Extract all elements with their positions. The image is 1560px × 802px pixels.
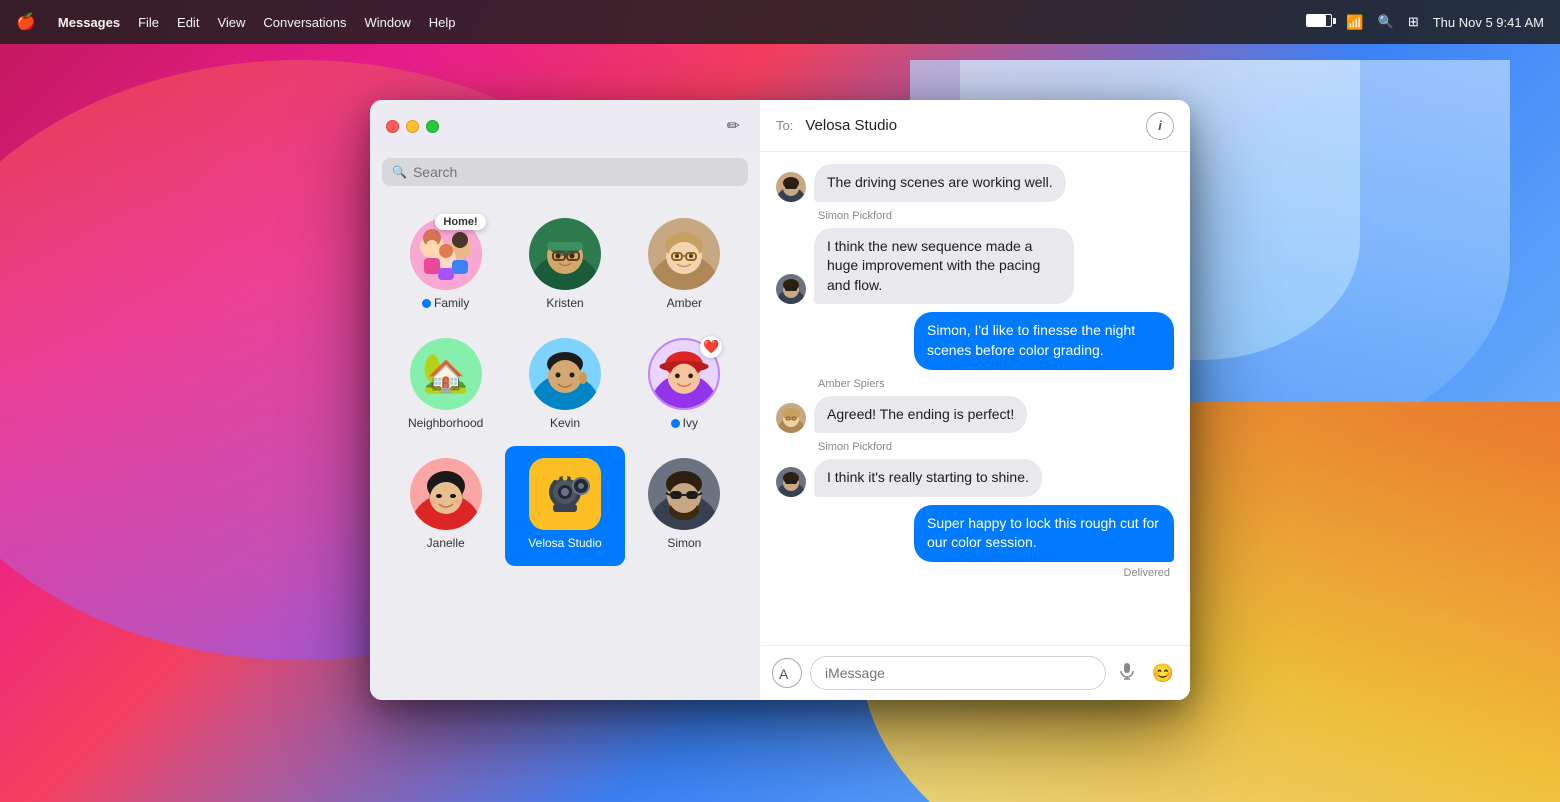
to-label: To:: [776, 118, 793, 133]
contact-name-amber: Amber: [667, 296, 702, 310]
app-name-menu[interactable]: Messages: [58, 15, 120, 30]
contact-name-velosa: Velosa Studio: [528, 536, 601, 550]
help-menu[interactable]: Help: [429, 15, 456, 30]
emoji-button[interactable]: 😊: [1148, 659, 1178, 688]
search-icon: 🔍: [392, 165, 407, 179]
minimize-button[interactable]: [406, 120, 419, 133]
message-group-5: Simon Pickford I think it's really start…: [776, 441, 1174, 497]
message-row-6: Super happy to lock this rough cut for o…: [776, 505, 1174, 562]
compose-button[interactable]: ✏: [723, 112, 744, 140]
message-group-1: The driving scenes are working well.: [776, 164, 1174, 202]
contact-kevin[interactable]: Kevin: [505, 326, 624, 446]
bubble-6: Super happy to lock this rough cut for o…: [914, 505, 1174, 562]
messages-window: ✏ 🔍: [370, 100, 1190, 700]
messages-area[interactable]: The driving scenes are working well. Sim…: [760, 152, 1190, 645]
contact-ivy[interactable]: ❤️ Ivy: [625, 326, 744, 446]
contact-janelle[interactable]: Janelle: [386, 446, 505, 566]
bubble-5: I think it's really starting to shine.: [814, 459, 1042, 497]
contact-velosa[interactable]: Velosa Studio: [505, 446, 624, 566]
wifi-icon: 📶: [1346, 14, 1363, 31]
message-avatar-simon: [776, 274, 806, 304]
window-menu[interactable]: Window: [365, 15, 411, 30]
chat-recipient-name: Velosa Studio: [805, 117, 1134, 134]
contact-simon[interactable]: Simon: [625, 446, 744, 566]
contacts-grid: Home! Family: [370, 198, 760, 574]
message-row-5: I think it's really starting to shine.: [776, 459, 1174, 497]
message-input[interactable]: [810, 656, 1106, 690]
apple-menu[interactable]: 🍎: [16, 12, 36, 32]
contact-kristen[interactable]: Kristen: [505, 206, 624, 326]
contact-neighborhood[interactable]: 🏡 Neighborhood: [386, 326, 505, 446]
message-avatar-amber: [776, 403, 806, 433]
input-area: A 😊: [760, 645, 1190, 700]
contact-name-kevin: Kevin: [550, 416, 580, 430]
edit-menu[interactable]: Edit: [177, 15, 199, 30]
bubble-3: Simon, I'd like to finesse the night sce…: [914, 312, 1174, 369]
chat-panel: To: Velosa Studio i The driving scenes a…: [760, 100, 1190, 700]
search-bar: 🔍: [382, 158, 748, 186]
svg-text:A: A: [779, 666, 789, 681]
battery-icon: [1306, 14, 1332, 30]
message-group-2: Simon Pickford I think the new sequence …: [776, 210, 1174, 305]
message-row-3: Simon, I'd like to finesse the night sce…: [776, 312, 1174, 369]
contact-name-family: Family: [434, 296, 469, 310]
search-input[interactable]: [413, 164, 738, 180]
message-row-2: I think the new sequence made a huge imp…: [776, 228, 1174, 305]
menubar: 🍎 Messages File Edit View Conversations …: [0, 0, 1560, 44]
message-avatar-simon-2: [776, 467, 806, 497]
file-menu[interactable]: File: [138, 15, 159, 30]
bubble-2: I think the new sequence made a huge imp…: [814, 228, 1074, 305]
bubble-4: Agreed! The ending is perfect!: [814, 396, 1027, 434]
message-group-3: Simon, I'd like to finesse the night sce…: [776, 312, 1174, 369]
contact-name-janelle: Janelle: [427, 536, 465, 550]
sender-name-simon-2: Simon Pickford: [818, 441, 1174, 453]
traffic-lights: [386, 120, 439, 133]
spotlight-icon[interactable]: 🔍: [1378, 14, 1394, 30]
contact-name-kristen: Kristen: [546, 296, 583, 310]
heart-badge: ❤️: [700, 336, 722, 358]
clock-display: Thu Nov 5 9:41 AM: [1433, 15, 1544, 30]
maximize-button[interactable]: [426, 120, 439, 133]
info-button[interactable]: i: [1146, 112, 1174, 140]
bubble-1: The driving scenes are working well.: [814, 164, 1066, 202]
contact-name-ivy: Ivy: [683, 416, 698, 430]
sidebar: ✏ 🔍: [370, 100, 760, 700]
sender-name-amber: Amber Spiers: [818, 378, 1174, 390]
message-group-4: Amber Spiers Agreed! The ending is perfe…: [776, 378, 1174, 434]
message-avatar-1: [776, 172, 806, 202]
home-badge: Home!: [435, 214, 485, 230]
app-store-button[interactable]: A: [772, 658, 802, 688]
contact-name-simon: Simon: [667, 536, 701, 550]
close-button[interactable]: [386, 120, 399, 133]
control-center-icon[interactable]: ⊞: [1408, 14, 1419, 30]
window-titlebar: ✏: [370, 100, 760, 152]
message-row-4: Agreed! The ending is perfect!: [776, 396, 1174, 434]
contact-family[interactable]: Home! Family: [386, 206, 505, 326]
contact-name-neighborhood: Neighborhood: [408, 416, 483, 430]
message-group-6: Super happy to lock this rough cut for o…: [776, 505, 1174, 579]
sender-name-simon-1: Simon Pickford: [818, 210, 1174, 222]
chat-header: To: Velosa Studio i: [760, 100, 1190, 152]
delivered-status: Delivered: [776, 567, 1170, 579]
message-row-1: The driving scenes are working well.: [776, 164, 1174, 202]
view-menu[interactable]: View: [217, 15, 245, 30]
audio-button[interactable]: [1114, 658, 1140, 689]
contact-amber[interactable]: Amber: [625, 206, 744, 326]
conversations-menu[interactable]: Conversations: [263, 15, 346, 30]
